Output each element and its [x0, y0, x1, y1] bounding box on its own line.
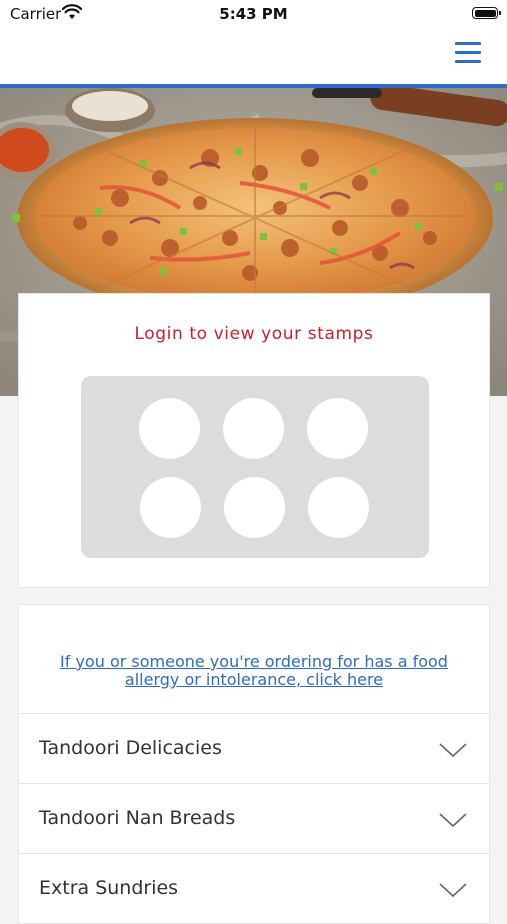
category-label: Tandoori Nan Breads: [39, 807, 236, 829]
status-bar: Carrier 5:43 PM: [0, 0, 507, 30]
allergy-link-line1[interactable]: If you or someone you're ordering for ha…: [19, 653, 489, 671]
menu-card: If you or someone you're ordering for ha…: [18, 604, 490, 924]
stamp-slot: [308, 477, 369, 538]
category-label: Tandoori Delicacies: [39, 737, 222, 759]
stamp-card: Login to view your stamps: [18, 293, 490, 588]
chevron-down-icon: [439, 883, 467, 898]
stamp-panel: [81, 376, 429, 558]
nav-bar: [0, 30, 507, 88]
stamp-slot: [307, 398, 368, 459]
category-row-tandoori-nan-breads[interactable]: Tandoori Nan Breads: [19, 783, 489, 853]
stamp-slot: [139, 398, 200, 459]
chevron-down-icon: [439, 813, 467, 828]
chevron-down-icon: [439, 743, 467, 758]
stamp-slot: [224, 477, 285, 538]
category-row-extra-sundries[interactable]: Extra Sundries: [19, 853, 489, 923]
status-time: 5:43 PM: [219, 5, 288, 23]
stamp-slot: [140, 477, 201, 538]
stamp-slot: [223, 398, 284, 459]
allergy-info-link[interactable]: If you or someone you're ordering for ha…: [19, 653, 489, 689]
stamp-card-title[interactable]: Login to view your stamps: [19, 324, 489, 344]
battery-icon: [472, 7, 501, 19]
hamburger-menu-icon[interactable]: [455, 40, 483, 64]
allergy-link-line2[interactable]: allergy or intolerance, click here: [19, 671, 489, 689]
category-label: Extra Sundries: [39, 877, 179, 899]
category-row-tandoori-delicacies[interactable]: Tandoori Delicacies: [19, 713, 489, 783]
